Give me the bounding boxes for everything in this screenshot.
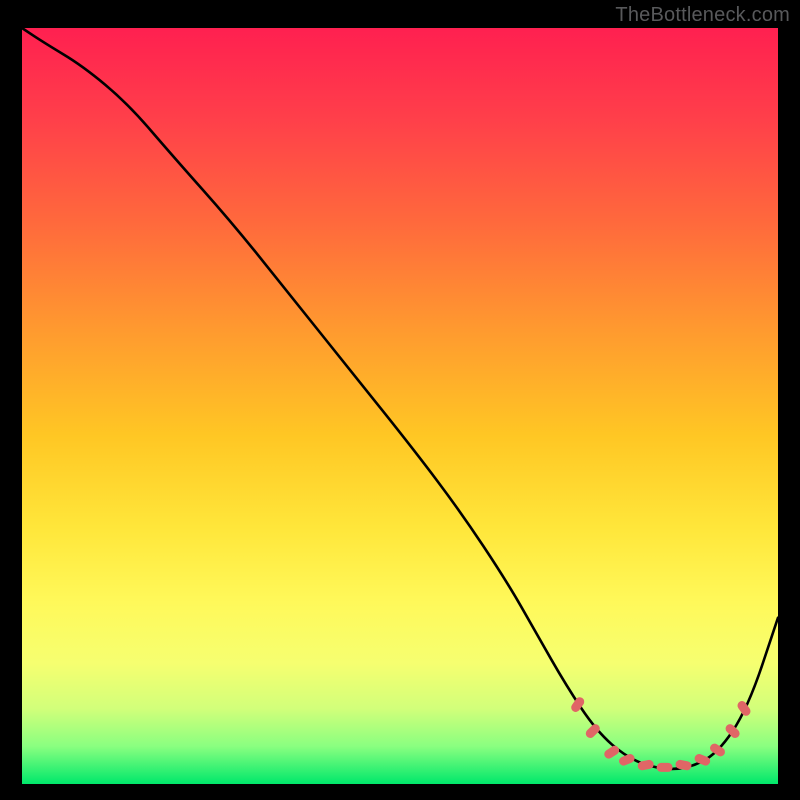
optimal-range-markers (569, 695, 752, 771)
plot-area (22, 28, 778, 784)
optimal-marker (603, 744, 621, 760)
watermark-text: TheBottleneck.com (615, 4, 790, 27)
optimal-marker (736, 699, 753, 717)
optimal-marker (584, 722, 602, 740)
chart-frame: TheBottleneck.com (0, 0, 800, 800)
chart-svg (22, 28, 778, 784)
bottleneck-curve-path (22, 28, 778, 769)
optimal-marker (724, 722, 742, 740)
optimal-marker (657, 763, 673, 772)
